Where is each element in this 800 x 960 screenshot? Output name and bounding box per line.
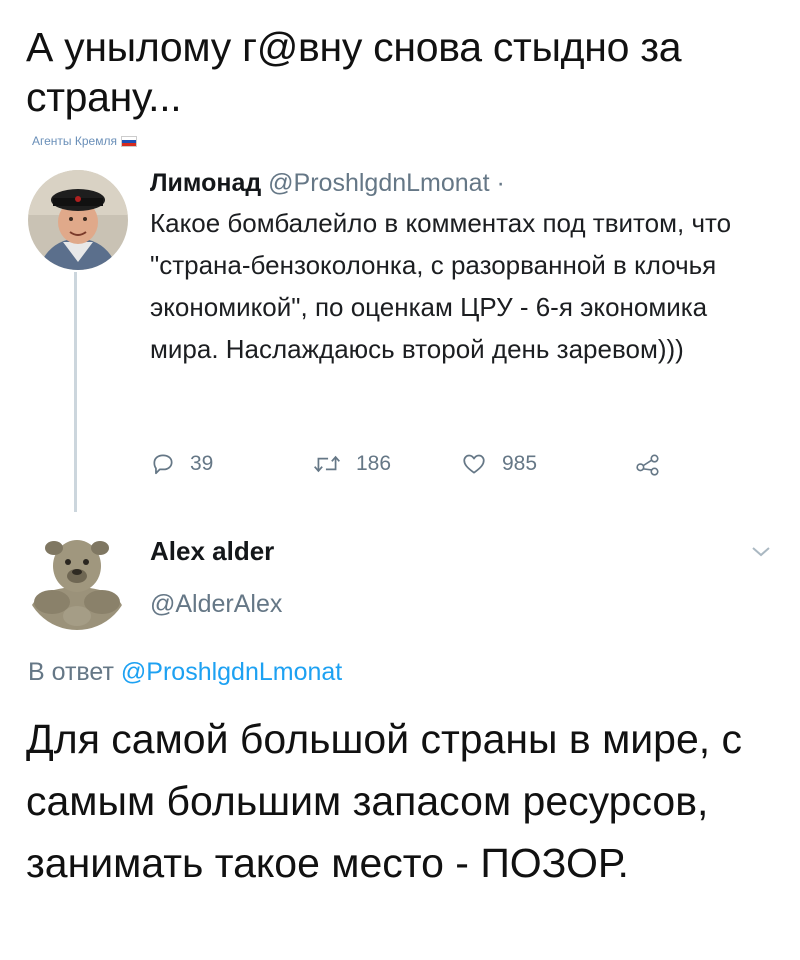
reply-to-prefix: В ответ — [28, 658, 121, 686]
russian-flag-icon — [120, 135, 137, 147]
thread-line — [74, 272, 77, 512]
reply-tweet-text: Для самой большой страны в мире, с самым… — [26, 716, 743, 886]
reply-to-link[interactable]: @ProshlgdnLmonat — [121, 658, 342, 686]
share-icon — [636, 454, 659, 476]
reply-author-handle[interactable]: @AlderAlex — [150, 590, 282, 619]
like-button[interactable]: 985 — [460, 451, 537, 477]
reply-author-name[interactable]: Alex alder — [150, 536, 274, 567]
reply-icon — [153, 454, 173, 475]
quoted-tweet-text: Какое бомбалейло в комментах под твитом,… — [150, 208, 732, 364]
retweet-button[interactable]: 186 — [312, 451, 391, 477]
retweet-count: 186 — [356, 452, 392, 475]
reply-button[interactable]: 39 — [150, 451, 213, 477]
avatar-alex-alder-image — [24, 524, 130, 630]
reply-count: 39 — [190, 452, 214, 475]
retweet-icon — [314, 455, 340, 473]
chevron-down-icon — [752, 547, 770, 557]
share-button[interactable] — [634, 451, 662, 477]
quoted-tweet-author-handle[interactable]: @ProshlgdnLmonat — [268, 169, 489, 197]
avatar-alex-alder[interactable] — [24, 524, 130, 630]
reply-to-line: В ответ @ProshlgdnLmonat — [28, 658, 342, 687]
more-options-button[interactable] — [750, 544, 772, 565]
tweet-actions: 39 186 985 — [150, 444, 680, 484]
watermark: Агенты Кремля — [32, 134, 137, 148]
post-headline: А унылому г@вну снова стыдно за страну..… — [26, 24, 682, 120]
like-count: 985 — [502, 452, 538, 475]
avatar-limonad[interactable] — [28, 170, 128, 270]
header-separator: · — [489, 169, 505, 197]
like-icon — [463, 454, 485, 474]
quoted-tweet[interactable]: Лимонад @ProshlgdnLmonat · Какое бомбале… — [150, 166, 780, 370]
watermark-text: Агенты Кремля — [32, 134, 117, 148]
quoted-tweet-author-name[interactable]: Лимонад — [150, 169, 261, 197]
avatar-limonad-image — [28, 170, 128, 270]
quoted-tweet-header: Лимонад @ProshlgdnLmonat · — [150, 166, 780, 200]
